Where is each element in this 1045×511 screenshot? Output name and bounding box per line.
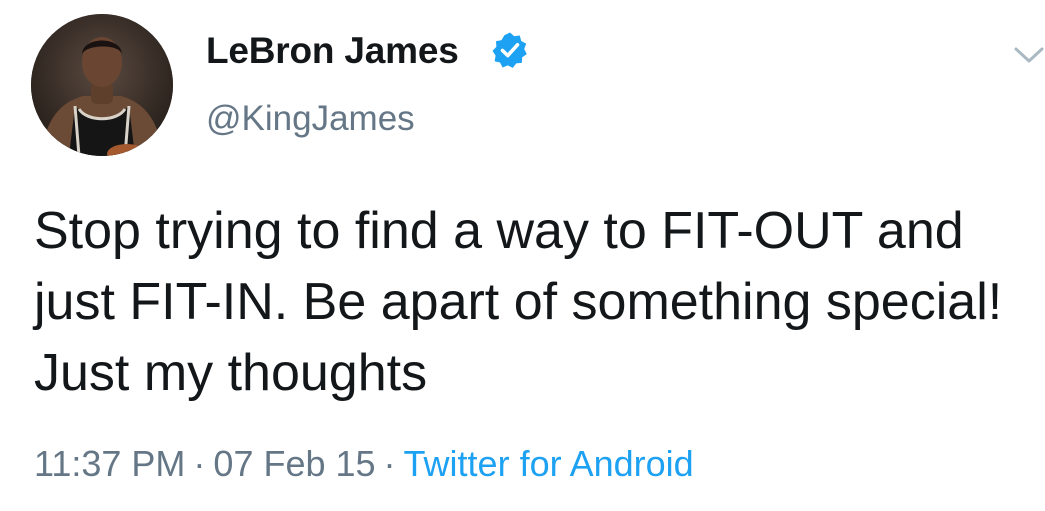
chevron-down-icon[interactable] <box>1012 42 1045 68</box>
tweet-meta: 11:37 PM · 07 Feb 15 · Twitter for Android <box>34 443 694 485</box>
tweet-text: Stop trying to find a way to FIT-OUT and… <box>34 202 1003 402</box>
avatar[interactable] <box>31 14 173 156</box>
tweet-card: LeBron James @KingJames Stop trying to f… <box>0 0 1045 511</box>
tweet-time[interactable]: 11:37 PM <box>34 443 185 484</box>
meta-separator: · <box>383 443 396 484</box>
tweet-date[interactable]: 07 Feb 15 <box>213 443 375 484</box>
user-handle[interactable]: @KingJames <box>206 99 415 139</box>
meta-separator: · <box>193 443 206 484</box>
display-name[interactable]: LeBron James <box>206 30 459 72</box>
avatar-image <box>31 14 173 156</box>
tweet-source-link[interactable]: Twitter for Android <box>404 443 694 484</box>
verified-badge-icon <box>492 32 527 68</box>
